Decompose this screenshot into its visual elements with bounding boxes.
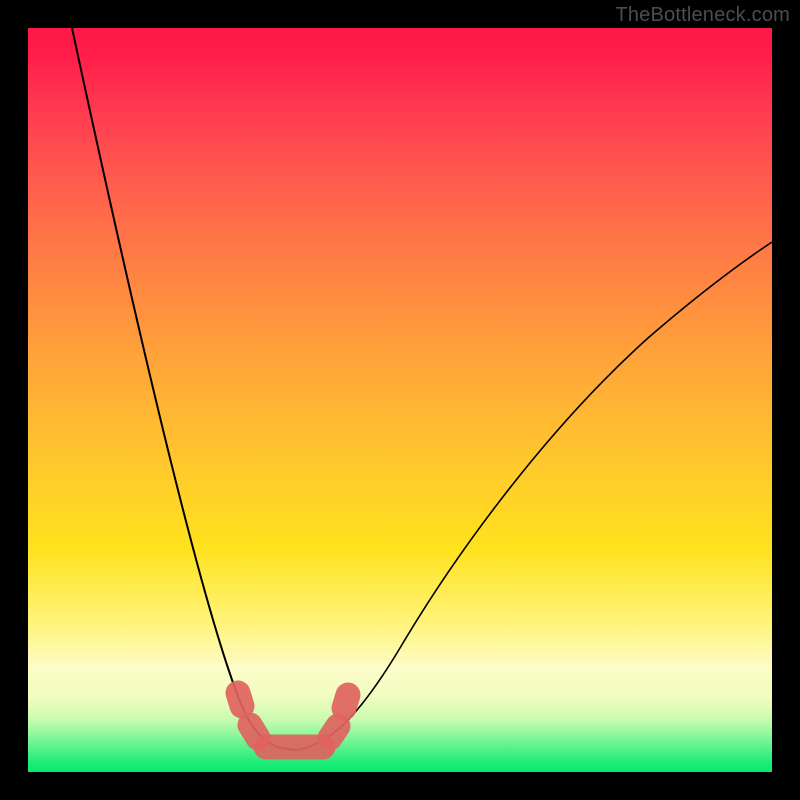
curve-layer <box>28 28 772 772</box>
bead-cluster <box>238 693 348 747</box>
bead-segment <box>238 693 242 706</box>
bottleneck-curve-right <box>296 242 772 750</box>
bead-segment <box>250 725 258 738</box>
bottleneck-curve-left <box>72 28 296 750</box>
chart-frame: TheBottleneck.com <box>0 0 800 800</box>
watermark-text: TheBottleneck.com <box>615 4 790 27</box>
plot-area <box>28 28 772 772</box>
bead-segment <box>330 726 338 738</box>
bead-segment <box>344 695 348 708</box>
